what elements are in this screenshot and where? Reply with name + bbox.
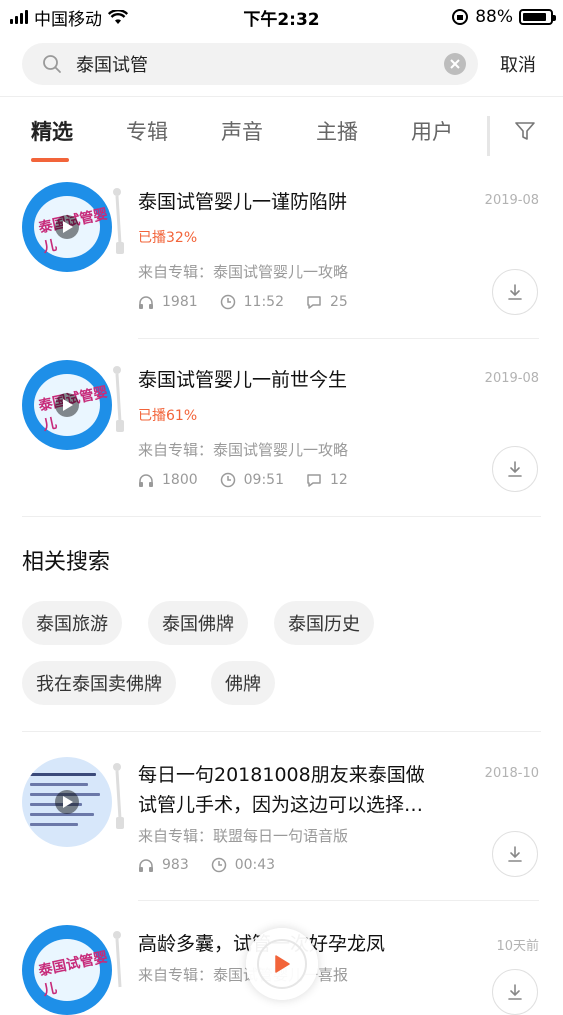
track-date: 2019-08 <box>484 193 539 208</box>
clock-icon <box>220 472 235 488</box>
play-icon <box>55 790 79 814</box>
battery-level <box>523 13 546 21</box>
download-button[interactable] <box>492 269 538 315</box>
play-count: 1981 <box>138 294 198 310</box>
download-button[interactable] <box>492 446 538 492</box>
play-count-value: 983 <box>162 857 189 873</box>
download-icon <box>508 846 522 862</box>
status-right: 88% <box>451 7 556 27</box>
duration: 09:51 <box>220 472 284 488</box>
tonearm-icon <box>113 366 124 432</box>
play-count: 983 <box>138 857 189 873</box>
download-button[interactable] <box>492 969 538 1015</box>
play-icon <box>55 215 79 239</box>
track-title-line2: 试管儿手术，因为这边可以选择… <box>138 794 424 816</box>
tonearm-icon <box>113 931 122 988</box>
track-title-line1: 每日一句20181008朋友来泰国做 <box>138 764 425 786</box>
signal-icon <box>10 10 28 24</box>
play-count-value: 1800 <box>162 472 198 488</box>
tonearm-icon <box>113 188 124 254</box>
clock-icon <box>211 857 226 873</box>
rotation-lock-icon <box>452 9 469 25</box>
album-source: 来自专辑：联盟每日一句语音版 <box>138 827 349 845</box>
divider <box>138 338 539 339</box>
divider <box>22 731 541 732</box>
played-progress: 已播32% <box>138 230 198 246</box>
play-icon <box>275 955 290 973</box>
track-cover[interactable]: 泰国试管婴儿 <box>22 360 112 450</box>
tonearm-icon <box>113 763 124 829</box>
album-source: 来自专辑：泰国试管婴儿一攻略 <box>138 441 349 459</box>
download-icon <box>508 284 522 300</box>
status-left: 中国移动 <box>10 5 128 30</box>
search-bar: 泰国试管 取消 <box>0 42 563 86</box>
track-cover[interactable] <box>22 757 112 847</box>
track-cover[interactable]: 泰国试管婴儿 <box>22 182 112 272</box>
tab-users[interactable]: 用户 <box>411 116 453 146</box>
divider <box>0 96 563 97</box>
battery-icon <box>519 9 556 25</box>
play-count-value: 1981 <box>162 294 198 310</box>
download-icon <box>508 461 522 477</box>
track-meta: 1800 09:51 12 <box>138 472 370 488</box>
comment-count: 12 <box>306 472 348 488</box>
tab-albums[interactable]: 专辑 <box>126 116 168 146</box>
headphones-icon <box>139 295 153 309</box>
cancel-button[interactable]: 取消 <box>500 51 536 77</box>
play-count: 1800 <box>138 472 198 488</box>
download-icon <box>508 984 522 1000</box>
headphones-icon <box>139 858 153 872</box>
tab-indicator <box>31 158 69 162</box>
tab-bar: 精选 专辑 声音 主播 用户 <box>0 110 563 166</box>
related-chip[interactable]: 泰国佛牌 <box>148 601 248 645</box>
track-meta: 1981 11:52 25 <box>138 294 370 310</box>
duration: 11:52 <box>220 294 284 310</box>
clock-icon <box>220 294 235 310</box>
search-query: 泰国试管 <box>76 55 148 76</box>
tab-featured[interactable]: 精选 <box>31 116 73 146</box>
played-progress: 已播61% <box>138 408 198 424</box>
related-searches-title: 相关搜索 <box>22 550 111 575</box>
comment-count-value: 12 <box>330 472 348 488</box>
divider <box>138 900 539 901</box>
related-chip[interactable]: 泰国历史 <box>274 601 374 645</box>
play-icon <box>55 393 79 417</box>
comment-icon <box>307 295 321 309</box>
duration-value: 11:52 <box>243 294 284 310</box>
track-cover[interactable]: 泰国试管婴儿 <box>22 925 112 1015</box>
comment-count: 25 <box>306 294 348 310</box>
track-date: 10天前 <box>496 939 539 954</box>
mini-player-ring <box>257 939 307 989</box>
carrier-name: 中国移动 <box>34 9 102 30</box>
related-chip[interactable]: 佛牌 <box>211 661 275 705</box>
close-icon <box>450 59 460 69</box>
track-date: 2018-10 <box>484 766 539 781</box>
clear-search-button[interactable] <box>444 53 466 75</box>
track-title: 泰国试管婴儿一谨防陷阱 <box>138 191 348 213</box>
related-chip[interactable]: 我在泰国卖佛牌 <box>22 661 176 705</box>
duration: 00:43 <box>211 857 275 873</box>
battery-percent: 88% <box>475 7 513 27</box>
divider <box>22 516 541 517</box>
comment-icon <box>307 473 321 487</box>
search-input[interactable]: 泰国试管 <box>22 43 478 85</box>
duration-value: 00:43 <box>234 857 276 873</box>
album-source: 来自专辑：泰国试管婴儿一攻略 <box>138 263 349 281</box>
tab-hosts[interactable]: 主播 <box>316 116 358 146</box>
wifi-icon <box>108 9 128 24</box>
track-meta: 983 00:43 <box>138 857 297 873</box>
comment-count-value: 25 <box>330 294 348 310</box>
headphones-icon <box>139 473 153 487</box>
related-chip[interactable]: 泰国旅游 <box>22 601 122 645</box>
status-bar: 中国移动 下午2:32 88% <box>0 0 563 34</box>
mini-player-button[interactable] <box>246 928 318 1000</box>
download-button[interactable] <box>492 831 538 877</box>
search-icon <box>43 55 61 73</box>
track-date: 2019-08 <box>484 371 539 386</box>
filter-icon[interactable] <box>512 118 538 144</box>
tab-sounds[interactable]: 声音 <box>221 116 263 146</box>
tab-divider <box>487 116 490 156</box>
duration-value: 09:51 <box>243 472 284 488</box>
track-title: 泰国试管婴儿一前世今生 <box>138 369 348 391</box>
